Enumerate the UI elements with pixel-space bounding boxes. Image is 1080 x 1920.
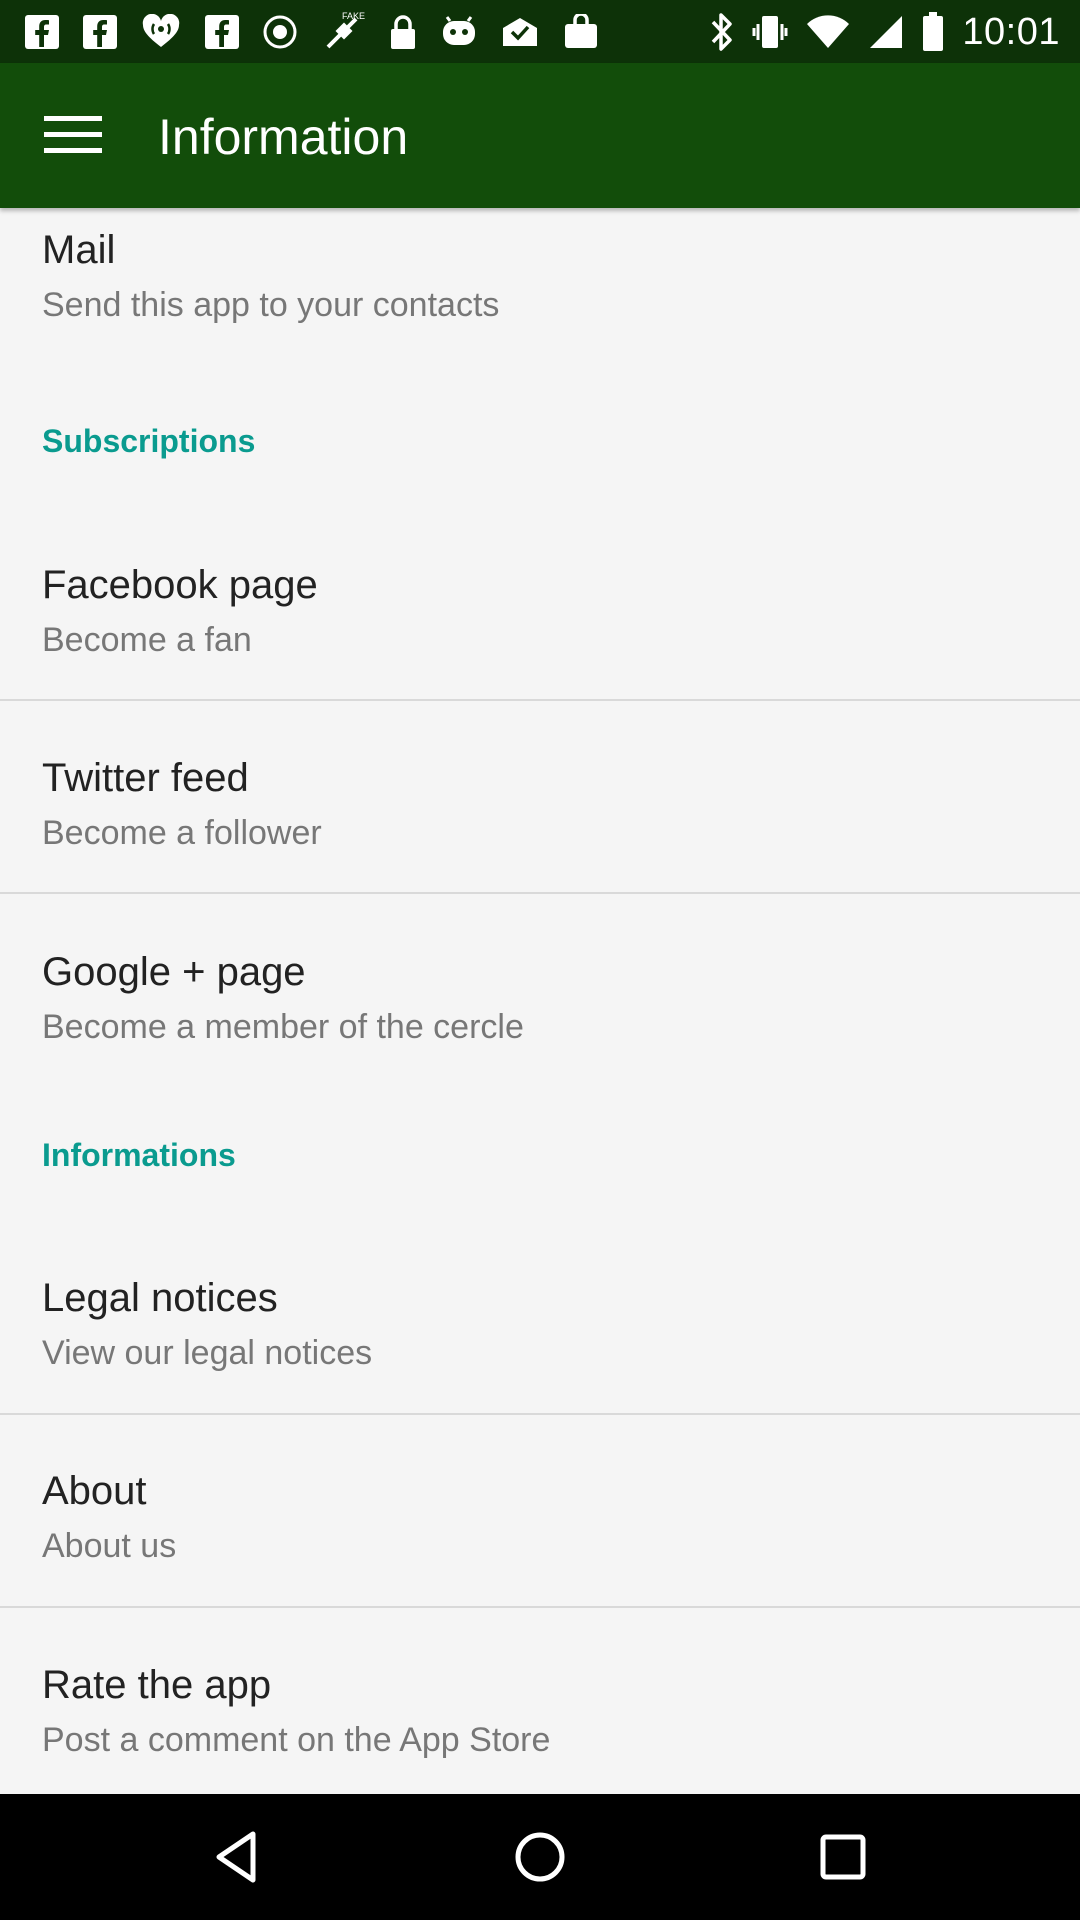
wifi-icon xyxy=(807,15,850,48)
list-item-facebook-page[interactable]: Facebook page Become a fan xyxy=(0,543,1080,703)
battery-icon xyxy=(923,12,944,51)
hamburger-menu-icon[interactable] xyxy=(38,110,108,160)
item-subtitle: Become a fan xyxy=(42,621,252,659)
facebook-icon xyxy=(205,15,239,49)
signal-icon xyxy=(870,16,903,48)
item-title: Rate the app xyxy=(42,1663,272,1707)
status-bar: FAKE 10:01 xyxy=(0,0,1080,63)
item-subtitle: Post a comment on the App Store xyxy=(42,1721,551,1759)
list-item-legal-notices[interactable]: Legal notices View our legal notices xyxy=(0,1256,1080,1416)
divider xyxy=(0,1606,1080,1608)
facebook-icon xyxy=(25,15,59,49)
item-subtitle: View our legal notices xyxy=(42,1334,373,1372)
navigation-bar xyxy=(0,1794,1080,1920)
notification-icons: FAKE xyxy=(24,11,600,52)
item-subtitle: Become a follower xyxy=(42,814,322,852)
list-item-mail[interactable]: Mail Send this app to your contacts xyxy=(0,208,1080,348)
item-subtitle: Send this app to your contacts xyxy=(42,286,500,324)
divider xyxy=(0,1413,1080,1415)
recents-icon[interactable] xyxy=(810,1824,876,1890)
bag-icon xyxy=(565,14,597,48)
item-title: Mail xyxy=(42,228,116,272)
home-icon[interactable] xyxy=(507,1824,573,1890)
record-icon xyxy=(263,15,297,49)
item-subtitle: About us xyxy=(42,1527,177,1565)
list-item-twitter-feed[interactable]: Twitter feed Become a follower xyxy=(0,736,1080,896)
item-subtitle: Become a member of the cercle xyxy=(42,1008,524,1046)
list-item-google-page[interactable]: Google + page Become a member of the cer… xyxy=(0,930,1080,1090)
list-item-rate-the-app[interactable]: Rate the app Post a comment on the App S… xyxy=(0,1643,1080,1793)
section-header-subscriptions: Subscriptions xyxy=(42,423,256,459)
svg-text:FAKE: FAKE xyxy=(342,11,365,21)
item-title: About xyxy=(42,1469,147,1513)
facebook-icon xyxy=(83,15,117,49)
bluetooth-icon xyxy=(712,13,733,51)
fake-gps-icon: FAKE xyxy=(326,11,365,49)
item-title: Twitter feed xyxy=(42,756,249,800)
clock: 10:01 xyxy=(962,10,1060,53)
back-icon[interactable] xyxy=(205,1824,271,1890)
app-bar: Information xyxy=(0,63,1080,208)
divider xyxy=(0,699,1080,701)
section-header-informations: Informations xyxy=(42,1137,236,1173)
list-item-about[interactable]: About About us xyxy=(0,1449,1080,1609)
item-title: Legal notices xyxy=(42,1276,278,1320)
divider xyxy=(0,892,1080,894)
system-icons: 10:01 xyxy=(710,8,1060,56)
item-title: Google + page xyxy=(42,950,306,994)
mail-check-icon xyxy=(503,18,537,46)
vibrate-icon xyxy=(752,16,788,48)
item-title: Facebook page xyxy=(42,563,318,607)
lock-icon xyxy=(391,15,415,49)
page-title: Information xyxy=(158,109,409,165)
iheartradio-icon xyxy=(142,14,180,47)
game-icon xyxy=(443,16,475,45)
